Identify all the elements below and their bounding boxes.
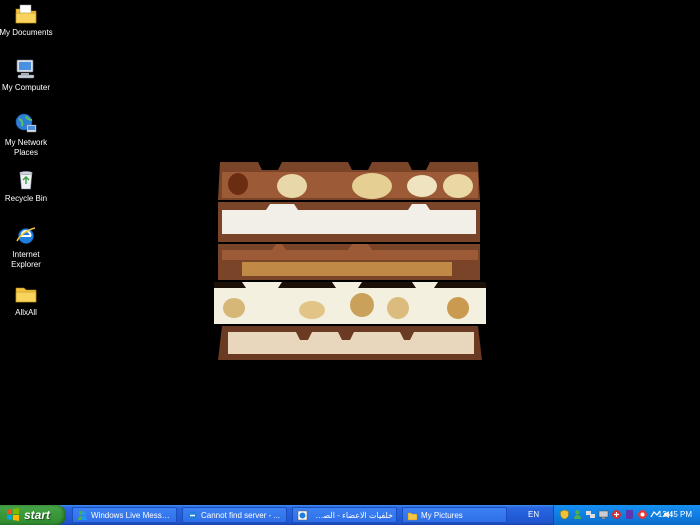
chocolate-bars-wallpaper	[214, 162, 486, 360]
taskbar-button-my-pictures[interactable]: My Pictures	[402, 507, 507, 523]
ie-icon	[297, 510, 308, 521]
my-computer-icon	[16, 59, 35, 79]
system-tray: 12:45 PM	[553, 505, 700, 525]
taskbar-button-label: Windows Live Messen...	[91, 511, 173, 520]
taskbar-button-label: Cannot find server - ...	[201, 511, 281, 520]
desktop-icon-my-documents[interactable]: My Documents	[0, 2, 54, 38]
taskbar-button-messenger[interactable]: Windows Live Messen...	[72, 507, 177, 523]
windows-logo-icon	[7, 508, 19, 521]
network-icon[interactable]	[585, 509, 596, 520]
recycle-bin-icon	[19, 171, 33, 190]
desktop-icon-label: Internet Explorer	[11, 250, 41, 269]
desktop-icon-label: My Computer	[1, 83, 50, 92]
taskbar-button-cannot-find-server[interactable]: Cannot find server - ...	[182, 507, 287, 523]
my-documents-icon	[15, 4, 37, 24]
taskbar-button-arabic-page[interactable]: خلفيات الاعضاء - الصف...	[292, 507, 397, 523]
taskbar: start Windows Live Messen... Cannot find…	[0, 505, 700, 525]
ie-icon	[188, 511, 197, 520]
desktop-icon-label: Recycle Bin	[4, 194, 48, 203]
taskbar-button-label: خلفيات الاعضاء - الصف...	[311, 511, 393, 520]
messenger-tray-icon[interactable]	[572, 509, 583, 520]
desktop-icon-allxall[interactable]: AllxAll	[0, 282, 54, 318]
desktop-icon-label: My Network Places	[4, 138, 48, 157]
desktop-icon-internet-explorer[interactable]: Internet Explorer	[0, 224, 54, 270]
start-button[interactable]: start	[0, 505, 66, 525]
desktop-icon-label: My Documents	[0, 28, 53, 37]
internet-explorer-icon	[16, 227, 36, 244]
clock[interactable]: 12:45 PM	[658, 505, 692, 525]
desktop-icon-label: AllxAll	[15, 308, 37, 317]
folder-icon	[407, 512, 418, 521]
antivirus-icon[interactable]	[611, 509, 622, 520]
app-tray-icon[interactable]	[624, 509, 635, 520]
folder-icon	[15, 287, 37, 303]
desktop-icon-my-network-places[interactable]: My Network Places	[0, 112, 54, 158]
language-indicator[interactable]: EN	[528, 505, 539, 525]
display-icon[interactable]	[598, 509, 609, 520]
desktop-icon-my-computer[interactable]: My Computer	[0, 57, 54, 93]
messenger-icon	[78, 511, 87, 520]
taskbar-button-label: My Pictures	[421, 511, 463, 520]
alert-tray-icon[interactable]	[637, 509, 648, 520]
start-label: start	[24, 508, 51, 522]
desktop-icon-recycle-bin[interactable]: Recycle Bin	[0, 168, 54, 204]
network-places-icon	[15, 113, 37, 133]
security-shield-icon[interactable]	[559, 509, 570, 520]
